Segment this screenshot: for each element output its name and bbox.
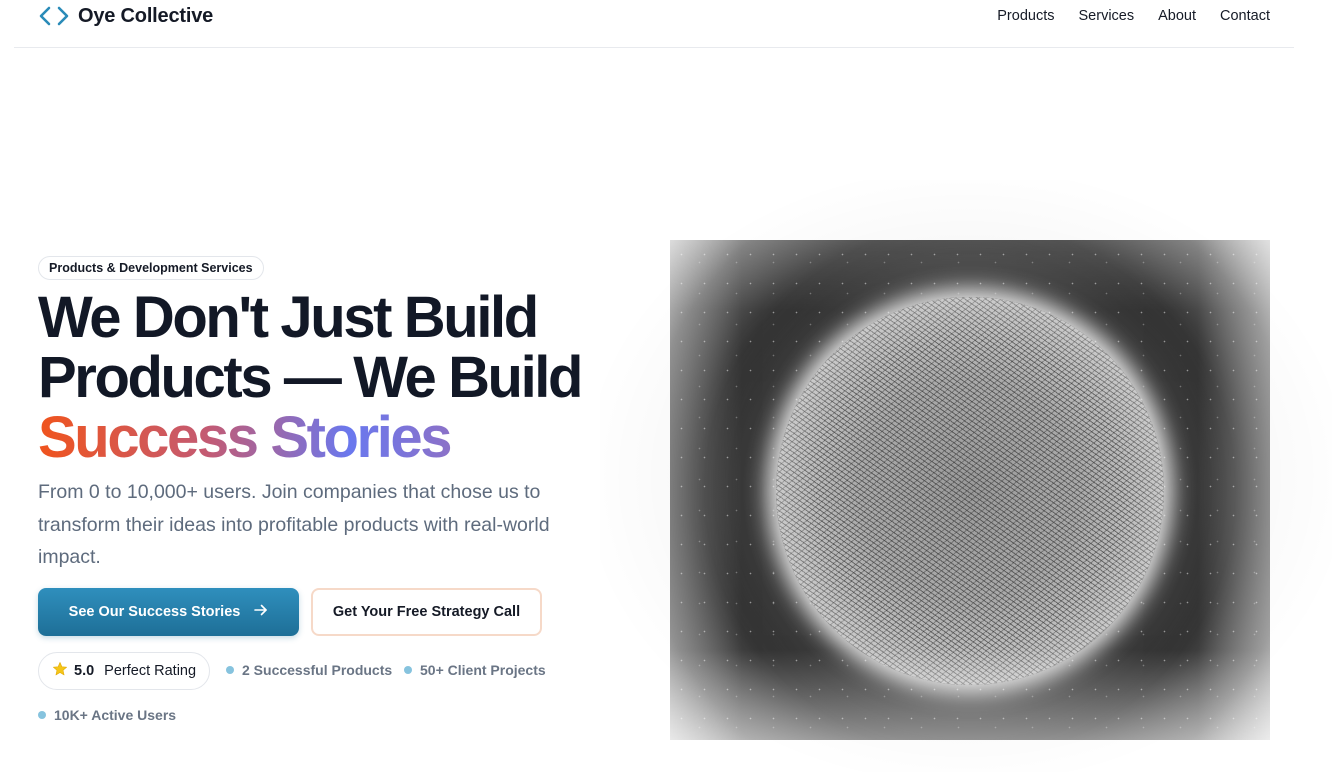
visual-edge-fade bbox=[670, 240, 1270, 740]
stat-dot bbox=[38, 711, 46, 719]
nav-item-products[interactable]: Products bbox=[997, 6, 1054, 26]
headline-line-2: Products — We Build bbox=[38, 345, 583, 410]
hero-badge: Products & Development Services bbox=[38, 256, 264, 280]
hero-subtitle: From 0 to 10,000+ users. Join companies … bbox=[38, 481, 550, 568]
headline-highlight: Success Stories bbox=[38, 408, 638, 468]
primary-cta-label: See Our Success Stories bbox=[68, 604, 241, 620]
nav-item-services[interactable]: Services bbox=[1079, 6, 1135, 26]
stat-label: 10K+ Active Users bbox=[54, 707, 177, 723]
secondary-cta-label: Get Your Free Strategy Call bbox=[332, 604, 521, 620]
nav-item-contact[interactable]: Contact bbox=[1220, 6, 1270, 26]
free-strategy-call-button[interactable]: Get Your Free Strategy Call bbox=[311, 588, 542, 636]
stat-dot bbox=[404, 666, 412, 674]
brand-name: Oye Collective bbox=[78, 4, 214, 27]
stat-label: 2 Successful Products bbox=[242, 662, 393, 678]
stat-client-projects: 50+ Client Projects bbox=[404, 662, 546, 678]
rating-label: Perfect Rating bbox=[104, 663, 197, 679]
brand-logo[interactable]: Oye Collective bbox=[38, 2, 213, 30]
see-success-stories-button[interactable]: See Our Success Stories bbox=[38, 588, 299, 636]
stat-active-users: 10K+ Active Users bbox=[38, 707, 176, 723]
star-icon bbox=[52, 661, 68, 682]
arrow-right-icon bbox=[254, 603, 268, 621]
hero-headline: We Don't Just Build Products — We Build … bbox=[38, 288, 638, 468]
site-header: Oye Collective Products Services About C… bbox=[14, 0, 1294, 48]
stat-label: 50+ Client Projects bbox=[420, 662, 546, 678]
code-brackets-icon bbox=[38, 2, 70, 30]
rating-score: 5.0 bbox=[74, 663, 95, 679]
headline-line-1: We Don't Just Build bbox=[38, 285, 539, 350]
stat-dot bbox=[226, 666, 234, 674]
rating-badge: 5.0 Perfect Rating bbox=[38, 652, 211, 690]
stat-successful-products: 2 Successful Products bbox=[226, 662, 392, 678]
main-nav: Products Services About Contact bbox=[997, 6, 1270, 26]
nav-item-about[interactable]: About bbox=[1158, 6, 1196, 26]
particle-sphere-image bbox=[670, 240, 1270, 740]
